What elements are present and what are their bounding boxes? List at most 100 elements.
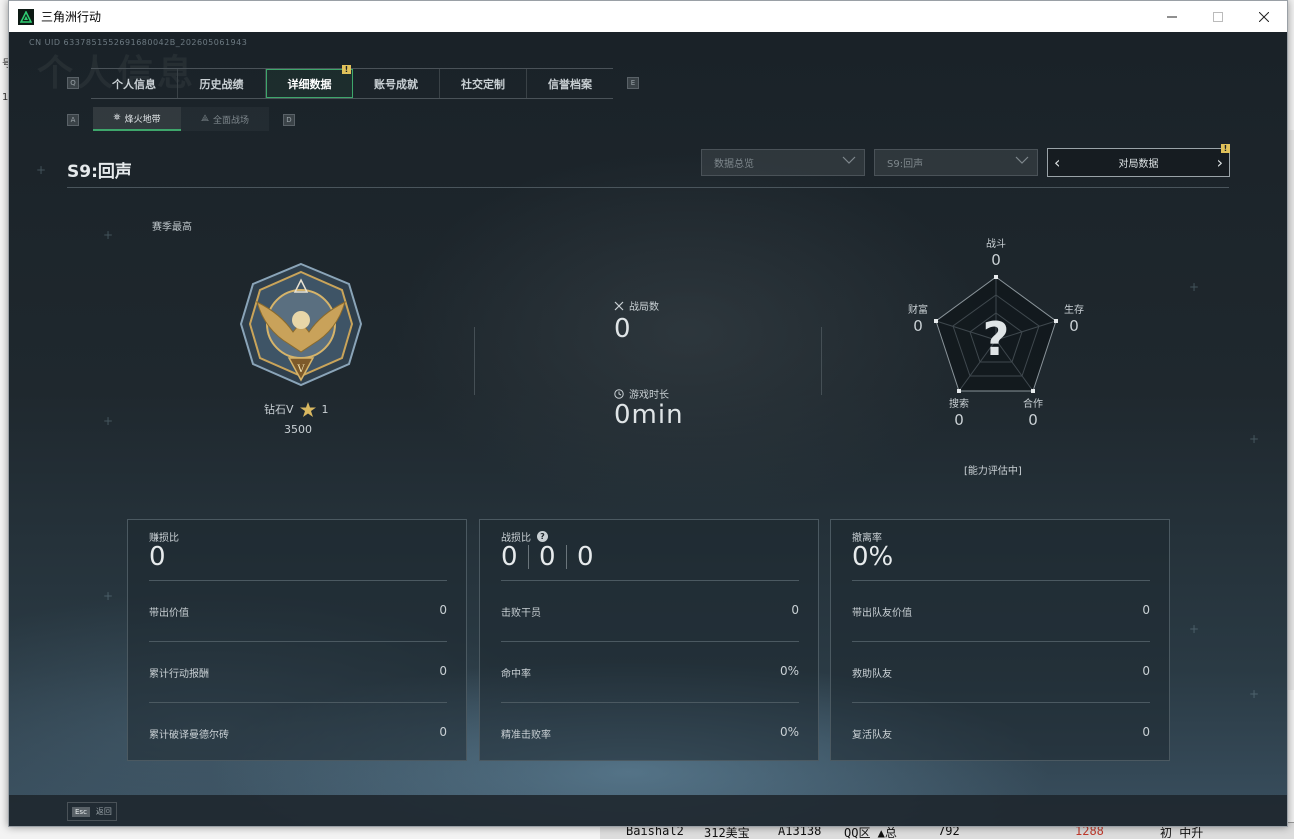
battlefield-icon: ⟁ — [200, 114, 209, 124]
vertical-divider — [821, 327, 822, 395]
grid-marker: + — [1249, 432, 1260, 446]
vertical-divider — [474, 327, 475, 395]
stat-row-value: 0 — [439, 664, 447, 678]
kd-value: 0 — [501, 542, 518, 572]
grid-marker: + — [103, 228, 114, 242]
minimize-button[interactable] — [1149, 1, 1195, 32]
clock-icon — [614, 388, 624, 399]
maximize-icon — [1213, 11, 1223, 22]
game-content: 个人信息 CN UID 6337851552691680042B_2026050… — [9, 32, 1287, 826]
esc-key: Esc — [72, 806, 90, 817]
season-best-label: 赛季最高 — [152, 222, 192, 233]
tab-detailed-data[interactable]: 详细数据 ! — [266, 65, 353, 98]
app-icon — [18, 8, 34, 25]
subtab-full-battlefield[interactable]: ⟁ 全面战场 — [181, 107, 269, 131]
kd-values: 0 0 0 — [501, 542, 616, 572]
svg-text:V: V — [296, 364, 305, 375]
tab-social[interactable]: 社交定制 — [440, 69, 527, 98]
back-button[interactable]: Esc 返回 — [67, 802, 117, 821]
rank-info: 钻石V 1 — [264, 401, 329, 417]
grid-marker: + — [1189, 622, 1200, 636]
bottom-bar: Esc 返回 — [9, 795, 1287, 826]
tab-personal-info[interactable]: 个人信息 — [91, 69, 178, 98]
title-bar[interactable]: 三角洲行动 — [9, 1, 1287, 32]
panel-divider — [501, 641, 799, 642]
panel-divider — [501, 580, 799, 581]
profit-value: 0 — [149, 542, 166, 572]
radar-status: [能力评估中] — [964, 466, 1022, 477]
kd-divider — [566, 545, 567, 569]
stat-row-label: 带出价值 — [149, 608, 189, 619]
tab-next-key[interactable]: E — [627, 77, 639, 89]
stat-row-value: 0 — [1142, 725, 1150, 739]
maximize-button[interactable] — [1195, 1, 1241, 32]
chevron-right-icon[interactable]: › — [1217, 153, 1223, 172]
minimize-icon — [1167, 16, 1177, 17]
grid-marker: + — [103, 589, 114, 603]
stat-row-label: 累计破译曼德尔砖 — [149, 730, 229, 741]
data-overview-dropdown[interactable]: 数据总览 — [701, 149, 865, 176]
match-selector-label: 对局数据 — [1118, 159, 1159, 170]
extraction-value: 0% — [852, 542, 894, 572]
match-data-selector[interactable]: ‹ 对局数据 › ! — [1047, 144, 1230, 177]
page-title: S9:回声 — [67, 162, 132, 182]
radar-combat-value: 0 — [991, 251, 1001, 269]
panel-divider — [149, 702, 447, 703]
game-window: 三角洲行动 个人信息 CN UID 6337851552691680042B_2… — [8, 0, 1288, 827]
chevron-down-icon — [1015, 156, 1029, 164]
chevron-down-icon — [842, 156, 856, 164]
stat-row-label: 击败干员 — [501, 608, 541, 619]
panel-divider — [852, 641, 1150, 642]
tab-prev-key[interactable]: Q — [67, 77, 79, 89]
stat-row-label: 带出队友价值 — [852, 608, 912, 619]
kd-panel: 战损比 ? 0 0 0 击败干员 0 命中率 0% 精准击败率 0% — [479, 519, 819, 761]
stat-row-label: 精准击败率 — [501, 730, 551, 741]
stat-row-value: 0 — [439, 603, 447, 617]
dropdown-value: S9:回声 — [887, 159, 924, 170]
main-tabs: 个人信息 历史战绩 详细数据 ! 账号成就 社交定制 信誉档案 — [91, 65, 613, 99]
stat-row-label: 累计行动报酬 — [149, 669, 209, 680]
grid-marker: + — [1249, 687, 1260, 701]
rank-score: 3500 — [284, 423, 312, 436]
grid-marker: + — [103, 414, 114, 428]
stat-row-label: 救助队友 — [852, 669, 892, 680]
stat-row-value: 0 — [1142, 664, 1150, 678]
stat-row-value: 0% — [779, 725, 799, 739]
chevron-left-icon[interactable]: ‹ — [1054, 153, 1060, 172]
subtab-label: 烽火地带 — [124, 114, 161, 125]
tab-detailed-data-label: 详细数据 — [287, 77, 332, 91]
playtime-label: 游戏时长 — [629, 390, 669, 401]
season-dropdown[interactable]: S9:回声 — [874, 149, 1038, 176]
panel-divider — [852, 702, 1150, 703]
radar-combat-label: 战斗 — [986, 239, 1006, 250]
radar-unknown-mark: ? — [982, 312, 1010, 366]
stat-row-value: 0 — [1142, 603, 1150, 617]
panel-divider — [149, 580, 447, 581]
tab-reputation[interactable]: 信誉档案 — [527, 69, 613, 98]
playtime-value: 0min — [614, 400, 684, 430]
close-icon — [1259, 11, 1269, 22]
window-title: 三角洲行动 — [41, 10, 102, 24]
grid-marker: + — [36, 163, 47, 177]
kd-value: 0 — [539, 542, 556, 572]
subtab-label: 全面战场 — [213, 115, 250, 126]
crossed-swords-icon — [614, 301, 624, 310]
player-uid: CN UID 6337851552691680042B_202605061943 — [29, 38, 248, 47]
subtab-warfare-zone[interactable]: ⛯ 烽火地带 — [93, 107, 181, 131]
mode-subtabs: ⛯ 烽火地带 ⟁ 全面战场 — [93, 107, 269, 131]
close-button[interactable] — [1241, 1, 1287, 32]
back-label: 返回 — [95, 807, 112, 816]
tab-achievements[interactable]: 账号成就 — [353, 69, 440, 98]
matches-value: 0 — [614, 314, 632, 344]
stat-row-value: 0% — [779, 664, 799, 678]
kd-value: 0 — [577, 542, 594, 572]
subtab-prev-key[interactable]: A — [67, 114, 79, 126]
header-divider — [67, 187, 1229, 188]
rank-stars: 1 — [321, 402, 329, 416]
stat-row-value: 0 — [439, 725, 447, 739]
ability-radar-chart: ? — [929, 274, 1069, 404]
subtab-next-key[interactable]: D — [283, 114, 295, 126]
tab-history[interactable]: 历史战绩 — [178, 69, 266, 98]
help-icon[interactable]: ? — [537, 531, 548, 542]
stat-row-value: 0 — [791, 603, 799, 617]
